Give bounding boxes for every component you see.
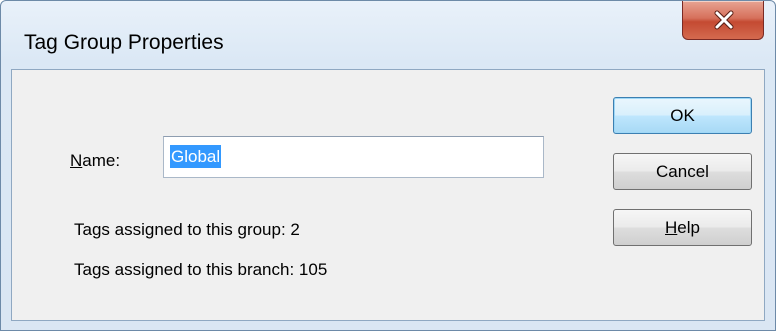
close-icon — [714, 10, 734, 30]
tags-assigned-group-text: Tags assigned to this group: 2 — [74, 220, 300, 239]
help-button[interactable]: Help — [613, 209, 752, 246]
dialog-window: Tag Group Properties Name: Global Tags a… — [0, 0, 776, 331]
name-label-accelerator: N — [70, 151, 83, 170]
cancel-button[interactable]: Cancel — [613, 153, 752, 190]
name-input-value: Global — [170, 145, 222, 168]
name-label: Name: — [70, 151, 120, 171]
title-bar[interactable]: Tag Group Properties — [1, 1, 775, 69]
dialog-client-area: Name: Global Tags assigned to this group… — [11, 69, 765, 321]
ok-button[interactable]: OK — [613, 97, 752, 134]
name-input[interactable]: Global — [163, 136, 544, 178]
help-button-text: elp — [677, 218, 700, 237]
dialog-title: Tag Group Properties — [24, 31, 224, 54]
tags-assigned-branch-text: Tags assigned to this branch: 105 — [74, 260, 328, 279]
close-button[interactable] — [682, 1, 764, 40]
help-button-accelerator: H — [665, 218, 678, 237]
name-label-text: ame: — [82, 151, 121, 170]
